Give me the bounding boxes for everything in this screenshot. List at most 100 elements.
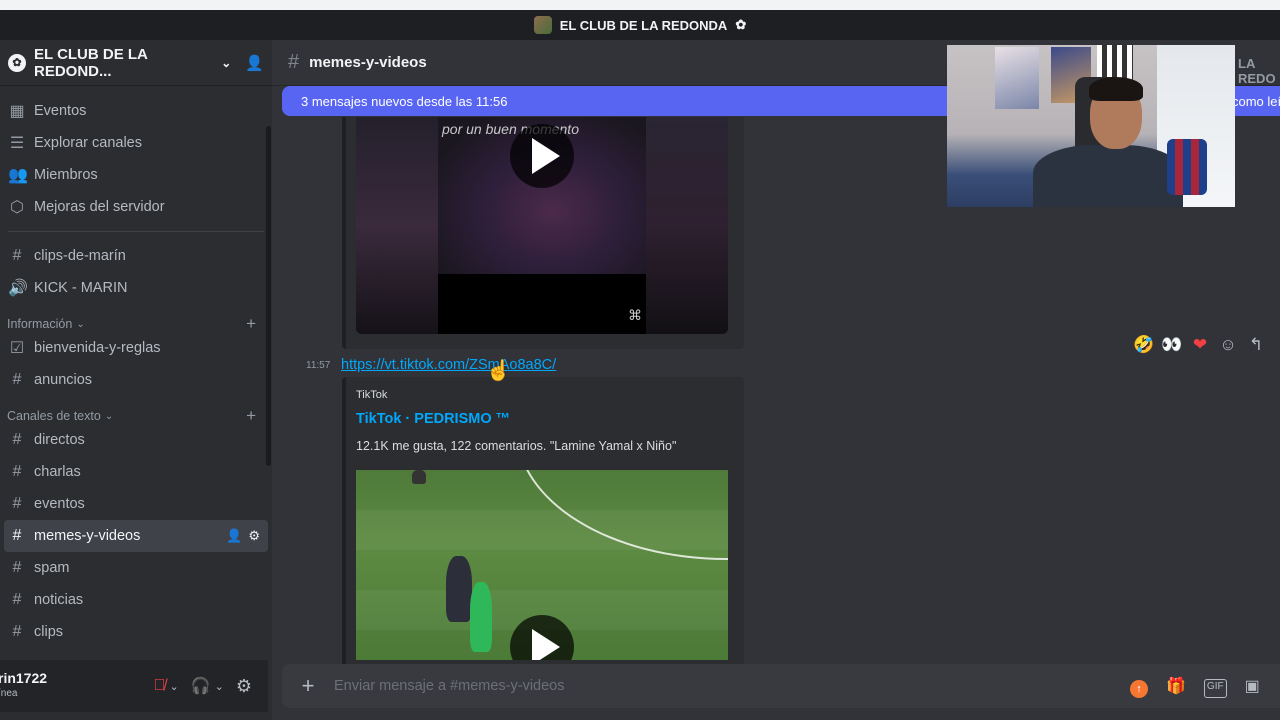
sidebar-item-server-boosts[interactable]: ⬡ Mejoras del servidor bbox=[0, 191, 272, 223]
channel-bienvenida-y-reglas[interactable]: ☑ bienvenida-y-reglas bbox=[0, 332, 272, 364]
channel-charlas[interactable]: # charlas bbox=[0, 456, 272, 488]
channel-title: memes-y-videos bbox=[309, 54, 427, 71]
channel-label: memes-y-videos bbox=[34, 528, 141, 544]
channel-clips-de-marin[interactable]: # clips-de-marín bbox=[0, 240, 272, 272]
hash-icon: # bbox=[12, 591, 22, 608]
category-label: Información bbox=[7, 317, 73, 331]
sticker-icon[interactable]: ▣ bbox=[1245, 676, 1260, 698]
boost-icon: ⬡ bbox=[10, 199, 24, 216]
channel-label: charlas bbox=[34, 464, 81, 480]
divider bbox=[8, 231, 264, 232]
embed-title-link[interactable]: TikTok · PEDRISMO ™ bbox=[356, 411, 510, 427]
video-player[interactable]: por un buen momento ⌘ bbox=[356, 117, 728, 334]
add-reaction-icon[interactable]: ☺ bbox=[1218, 335, 1238, 355]
sidebar-item-events[interactable]: ▦ Eventos bbox=[0, 95, 272, 127]
user-settings-gear-icon[interactable]: ⚙ bbox=[236, 676, 252, 697]
headphones-deafened-icon[interactable]: 🎧 bbox=[191, 676, 211, 696]
channel-label: bienvenida-y-reglas bbox=[34, 340, 161, 356]
reply-icon[interactable]: ↰ bbox=[1246, 335, 1266, 355]
play-button[interactable] bbox=[510, 124, 574, 188]
hash-icon: # bbox=[12, 431, 22, 448]
hash-icon: # bbox=[12, 623, 22, 640]
rules-icon: ☑ bbox=[9, 340, 25, 357]
invite-to-channel-icon[interactable]: 👤 bbox=[226, 528, 242, 544]
mark-as-read-text[interactable]: como leí bbox=[1232, 94, 1280, 109]
chevron-down-icon[interactable]: ⌄ bbox=[215, 680, 224, 693]
rofl-emoji-icon[interactable]: 🤣 bbox=[1133, 335, 1154, 355]
wall-poster bbox=[995, 47, 1039, 109]
user-status: ínea bbox=[0, 688, 18, 699]
eyes-emoji-icon[interactable]: 👀 bbox=[1161, 335, 1182, 355]
sidebar-scrollbar[interactable] bbox=[266, 126, 271, 466]
channel-noticias[interactable]: # noticias bbox=[0, 584, 272, 616]
user-info[interactable]: rin1722 ínea bbox=[0, 671, 47, 701]
player-figure bbox=[412, 470, 426, 484]
channel-memes-y-videos[interactable]: # memes-y-videos 👤 ⚙ bbox=[4, 520, 268, 552]
nitro-boost-icon[interactable]: ↑ bbox=[1130, 680, 1148, 698]
mic-muted-icon[interactable]: 🎙̸ bbox=[154, 677, 166, 695]
server-header[interactable]: ✿ EL CLUB DE LA REDOND... ⌄ 👤 bbox=[0, 40, 272, 86]
tiktok-embed: TikTok TikTok · PEDRISMO ™ 12.1K me gust… bbox=[342, 377, 744, 680]
community-icon: ✿ bbox=[8, 53, 26, 72]
embed-provider: TikTok bbox=[356, 389, 388, 401]
heart-emoji-icon[interactable]: ❤ bbox=[1190, 335, 1210, 355]
channel-label: directos bbox=[34, 432, 85, 448]
hash-icon: # bbox=[12, 371, 22, 388]
channel-anuncios[interactable]: # anuncios bbox=[0, 364, 272, 396]
video-blur-left bbox=[356, 117, 438, 334]
chevron-down-icon: ⌄ bbox=[104, 410, 114, 422]
category-informacion[interactable]: Información ⌄ + bbox=[0, 304, 272, 334]
sidebar-item-label: Explorar canales bbox=[34, 135, 142, 151]
server-avatar-icon bbox=[533, 16, 552, 34]
channel-directos[interactable]: # directos bbox=[0, 424, 272, 456]
channel-clips[interactable]: # clips bbox=[0, 616, 272, 648]
browser-top-strip bbox=[0, 0, 1280, 10]
channel-label: clips bbox=[34, 624, 64, 640]
capcut-logo-icon: ⌘ bbox=[628, 307, 642, 323]
sidebar-item-browse-channels[interactable]: ☰ Explorar canales bbox=[0, 127, 272, 159]
gift-icon[interactable]: 🎁 bbox=[1166, 676, 1186, 698]
gif-icon[interactable]: GIF bbox=[1203, 679, 1227, 698]
webcam-overlay bbox=[947, 45, 1235, 207]
video-blur-right bbox=[646, 117, 728, 334]
streamer-hair bbox=[1089, 77, 1143, 101]
add-channel-icon[interactable]: + bbox=[246, 406, 256, 426]
chevron-down-icon: ⌄ bbox=[76, 318, 85, 330]
mouse-cursor-icon: ☝ bbox=[486, 360, 511, 382]
jersey bbox=[1167, 139, 1207, 195]
embed-description: 12.1K me gusta, 122 comentarios. "Lamine… bbox=[356, 439, 677, 453]
server-badge-icon: ✿ bbox=[735, 17, 747, 32]
invite-people-icon[interactable]: 👤 bbox=[245, 54, 264, 72]
attach-plus-icon[interactable]: + bbox=[282, 673, 334, 699]
hash-icon: # bbox=[12, 527, 22, 544]
channel-label: anuncios bbox=[34, 372, 93, 388]
sidebar-item-members[interactable]: 👥 Miembros bbox=[0, 159, 272, 191]
category-canales-de-texto[interactable]: Canales de texto ⌄ + bbox=[0, 396, 272, 426]
channel-label: clips-de-marín bbox=[34, 248, 126, 264]
hash-icon: # bbox=[12, 495, 22, 512]
hash-icon: # bbox=[288, 51, 300, 73]
chevron-down-icon[interactable]: ⌄ bbox=[170, 680, 179, 693]
video-thumbnail[interactable] bbox=[356, 470, 728, 660]
channel-label: noticias bbox=[34, 592, 84, 608]
player-figure bbox=[470, 582, 492, 652]
category-label: Canales de texto bbox=[7, 409, 101, 423]
message-composer[interactable]: + Enviar mensaje a #memes-y-videos ↑ 🎁 G… bbox=[282, 664, 1280, 708]
chevron-down-icon[interactable]: ⌄ bbox=[221, 56, 231, 70]
username: rin1722 bbox=[0, 670, 48, 686]
message-link[interactable]: https://vt.tiktok.com/ZSmAo8a8C/ bbox=[341, 357, 556, 373]
channel-eventos[interactable]: # eventos bbox=[0, 488, 272, 520]
hash-icon: # bbox=[12, 559, 22, 576]
sidebar-item-label: Mejoras del servidor bbox=[34, 199, 165, 215]
channels-list-icon: ☰ bbox=[9, 135, 25, 152]
channel-spam[interactable]: # spam bbox=[0, 552, 272, 584]
window-titlebar: EL CLUB DE LA REDONDA ✿ bbox=[0, 10, 1280, 40]
calendar-icon: ▦ bbox=[9, 103, 25, 120]
play-icon bbox=[532, 629, 560, 660]
channel-kick-marin[interactable]: 🔊 KICK - MARIN bbox=[0, 272, 272, 304]
banner-text: 3 mensajes nuevos desde las 11:56 bbox=[301, 93, 508, 109]
gear-icon[interactable]: ⚙ bbox=[248, 528, 260, 544]
members-icon: 👥 bbox=[8, 167, 28, 184]
add-channel-icon[interactable]: + bbox=[246, 314, 256, 334]
message-input[interactable]: Enviar mensaje a #memes-y-videos bbox=[334, 678, 564, 694]
